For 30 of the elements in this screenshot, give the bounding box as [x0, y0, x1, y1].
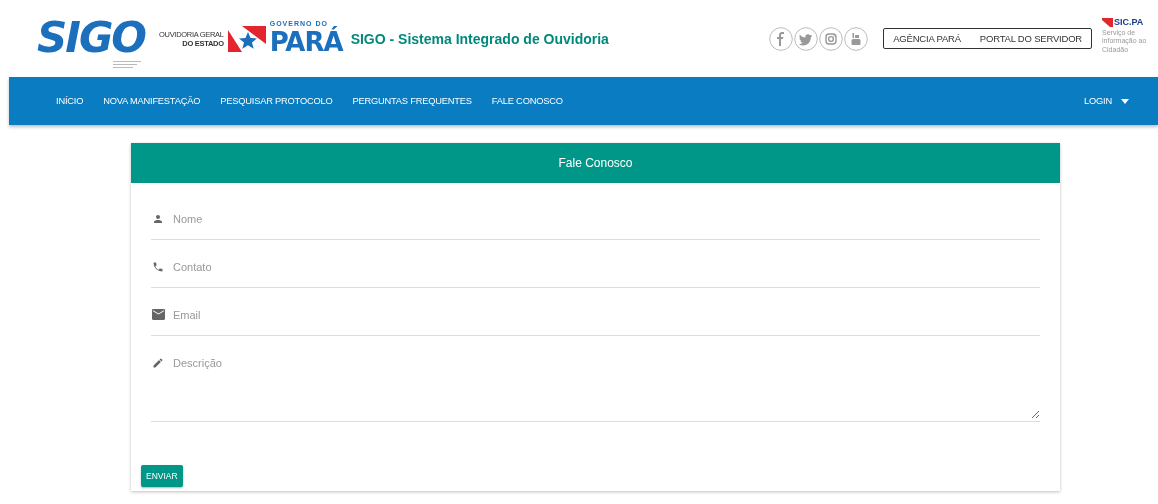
person-icon: [152, 213, 164, 225]
caret-icon: [1121, 98, 1129, 104]
envelope-icon: [152, 309, 165, 320]
twitter-icon[interactable]: [794, 26, 819, 51]
text-field[interactable]: Nome: [151, 203, 1040, 225]
submit-button[interactable]: ENVIAR: [141, 465, 183, 487]
sic-logo[interactable]: SIC.PA: [1114, 17, 1144, 27]
instagram-icon[interactable]: [819, 26, 844, 51]
facebook-icon[interactable]: [769, 26, 794, 51]
phone-icon: [152, 261, 164, 273]
nav-link[interactable]: PERGUNTAS FREQUENTES: [342, 96, 482, 106]
nav-link[interactable]: NOVA MANIFESTAÇÃO: [93, 96, 211, 106]
para-logo: PARÁ: [269, 26, 343, 58]
youtube-icon[interactable]: [844, 26, 869, 51]
description-field[interactable]: Descrição: [151, 347, 1040, 419]
login-menu[interactable]: LOGIN: [1074, 96, 1139, 106]
external-link[interactable]: PORTAL DO SERVIDOR: [979, 33, 1082, 44]
site-title: SIGO - Sistema Integrado de Ouvidoria: [350, 30, 609, 47]
nav-link[interactable]: INÍCIO: [46, 96, 94, 106]
sigo-logo: SIGO: [37, 17, 146, 59]
text-field[interactable]: Contato: [151, 251, 1040, 273]
form-title: Fale Conosco: [131, 143, 1060, 183]
external-link[interactable]: AGÊNCIA PARÁ: [893, 33, 961, 44]
nav-link[interactable]: FALE CONOSCO: [481, 96, 573, 106]
flag-icon: [1102, 17, 1113, 27]
text-field[interactable]: Email: [151, 299, 1040, 321]
logo-subtitle-drawing: [113, 61, 141, 68]
pencil-icon: [152, 357, 164, 369]
flag-star-icon: [227, 25, 266, 52]
nav-link[interactable]: PESQUISAR PROTOCOLO: [210, 96, 343, 106]
